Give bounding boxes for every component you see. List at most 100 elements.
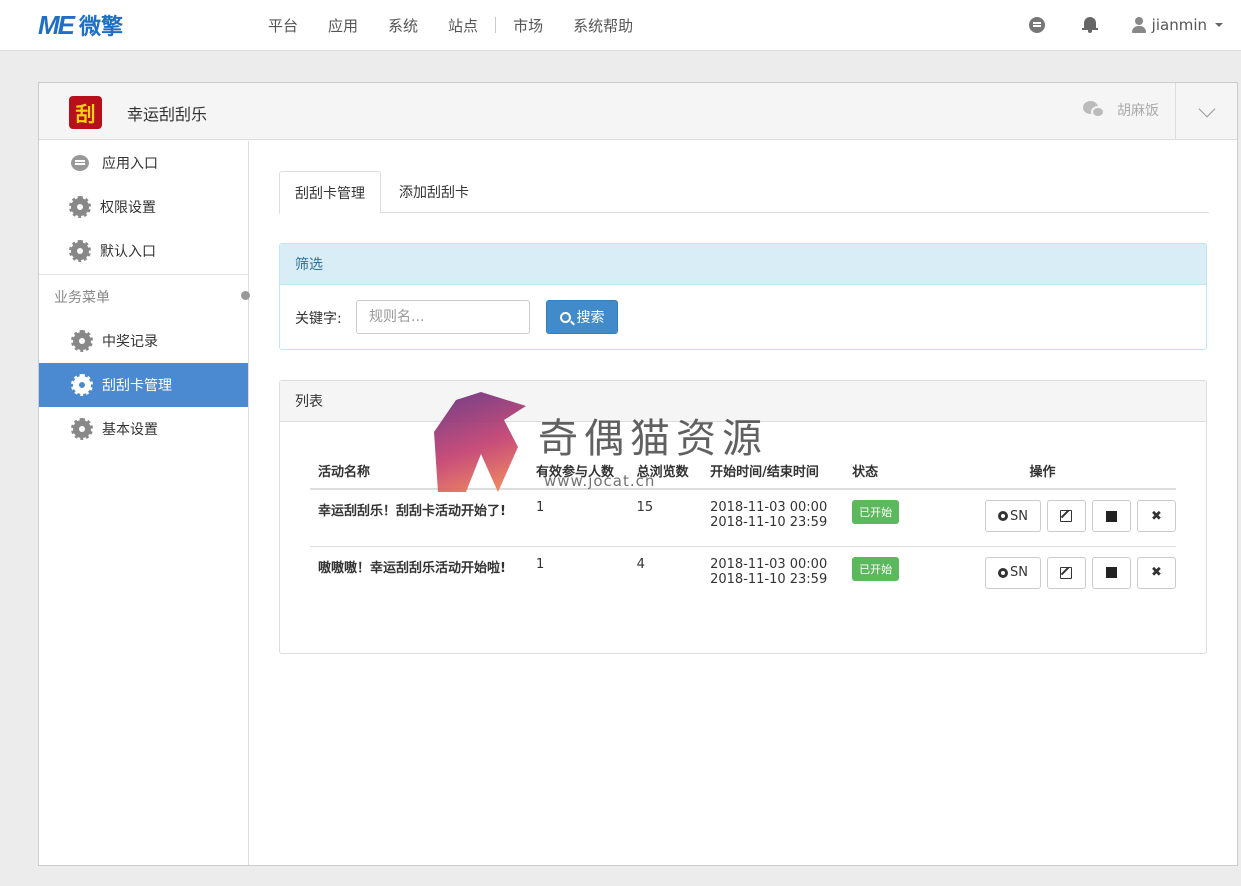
col-activity-name: 活动名称	[310, 453, 528, 490]
filter-panel-title: 筛选	[280, 244, 1206, 285]
tab-add-scratch-card[interactable]: 添加刮刮卡	[384, 171, 484, 213]
nav-system[interactable]: 系统	[373, 15, 433, 36]
list-panel: 列表 活动名称 有效参与人数 总浏览数 开始时间/结束时间 状态 操作 幸运刮刮…	[279, 380, 1207, 654]
search-button[interactable]: 搜索	[546, 300, 618, 334]
nav-platform[interactable]: 平台	[253, 15, 313, 36]
col-participants: 有效参与人数	[527, 453, 629, 490]
header-divider	[1175, 83, 1176, 140]
chevron-down-icon[interactable]	[1198, 100, 1216, 118]
list-panel-title: 列表	[280, 381, 1206, 422]
site-logo[interactable]: ME 微擎	[38, 9, 123, 41]
col-views: 总浏览数	[628, 453, 703, 490]
top-navbar: ME 微擎 平台 应用 系统 站点 市场 系统帮助 jianmin	[0, 0, 1241, 51]
sn-button[interactable]: SN	[984, 500, 1041, 532]
sidebar-item-label: 中奖记录	[102, 334, 158, 350]
sidebar-item-permissions[interactable]: 权限设置	[39, 185, 248, 229]
time-range: 2018-11-03 00:00 2018-11-10 23:59	[702, 546, 844, 603]
main-nav: 平台 应用 系统 站点 市场 系统帮助	[253, 0, 648, 50]
app-title: 幸运刮刮乐	[127, 105, 208, 124]
app-header: 刮 幸运刮刮乐 胡麻饭	[39, 83, 1237, 140]
search-icon	[559, 311, 571, 323]
wechat-account[interactable]: 胡麻饭	[1083, 100, 1159, 120]
delete-button[interactable]: ✖	[1136, 500, 1176, 532]
sidebar-item-scratch-card-manage[interactable]: 刮刮卡管理	[39, 363, 248, 407]
nav-market[interactable]: 市场	[498, 15, 558, 36]
filter-row: 关键字: 搜索	[280, 285, 1206, 349]
wechat-icon	[1083, 101, 1105, 119]
sidebar-item-winning-records[interactable]: 中奖记录	[39, 319, 248, 363]
participants-count: 1	[527, 489, 629, 547]
gear-icon	[71, 418, 93, 440]
nav-sites[interactable]: 站点	[433, 15, 493, 36]
tab-scratch-card-manage[interactable]: 刮刮卡管理	[279, 171, 381, 214]
table-row: 嗷嗷嗷！幸运刮刮乐活动开始啦! 1 4 2018-11-03 00:00 201…	[310, 546, 1176, 603]
col-time-range: 开始时间/结束时间	[702, 453, 845, 490]
nav-help[interactable]: 系统帮助	[558, 15, 648, 36]
actions-cell: SN ✖	[901, 546, 1176, 603]
sidebar-group-business: 业务菜单	[39, 275, 250, 319]
sidebar-item-label: 应用入口	[102, 156, 158, 172]
app-frame: 刮 幸运刮刮乐 胡麻饭 应用入口 权限设置 默认入口 业务菜单 中奖记录 刮刮卡…	[38, 82, 1238, 866]
end-time: 2018-11-10 23:59	[710, 515, 828, 530]
stop-icon	[1105, 567, 1117, 578]
status-badge: 已开始	[852, 556, 900, 581]
participants-count: 1	[535, 556, 545, 572]
filter-panel: 筛选 关键字: 搜索	[279, 243, 1207, 350]
activity-table: 活动名称 有效参与人数 总浏览数 开始时间/结束时间 状态 操作 幸运刮刮乐！刮…	[310, 453, 1176, 603]
keyword-input[interactable]	[356, 300, 530, 334]
sn-label: SN	[1009, 508, 1028, 524]
sn-button[interactable]: SN	[984, 556, 1041, 589]
main-content: 刮刮卡管理 添加刮刮卡 筛选 关键字: 搜索 列表	[279, 171, 1209, 654]
gear-icon	[69, 240, 91, 262]
delete-button[interactable]: ✖	[1136, 556, 1176, 589]
col-status: 状态	[844, 453, 901, 490]
gear-icon	[69, 196, 91, 218]
logo-text: 微擎	[79, 15, 124, 40]
edit-icon	[1060, 566, 1073, 579]
close-icon: ✖	[1151, 565, 1162, 580]
sidebar-item-app-entry[interactable]: 应用入口	[39, 141, 248, 185]
sidebar-item-basic-settings[interactable]: 基本设置	[39, 407, 248, 451]
account-name: 胡麻饭	[1117, 103, 1159, 119]
gear-icon	[997, 567, 1008, 578]
nav-apps[interactable]: 应用	[313, 15, 373, 36]
gear-icon	[71, 330, 93, 352]
gear-icon[interactable]	[241, 291, 250, 300]
sidebar-group-label: 业务菜单	[54, 290, 110, 306]
top-right-tools: jianmin	[1028, 0, 1223, 50]
bell-icon[interactable]	[1081, 16, 1098, 34]
gear-icon	[71, 374, 93, 396]
app-icon: 刮	[69, 96, 102, 129]
edit-button[interactable]	[1046, 500, 1086, 532]
sidebar-item-label: 基本设置	[102, 422, 158, 438]
tab-bar: 刮刮卡管理 添加刮刮卡	[279, 171, 1209, 214]
views-count: 4	[636, 556, 645, 572]
col-actions: 操作	[900, 453, 1176, 490]
close-icon: ✖	[1151, 508, 1162, 524]
status-badge: 已开始	[852, 500, 900, 524]
nav-divider	[495, 17, 497, 33]
search-button-label: 搜索	[576, 310, 605, 326]
gear-icon	[997, 511, 1008, 521]
stop-icon	[1105, 510, 1117, 522]
table-header-row: 活动名称 有效参与人数 总浏览数 开始时间/结束时间 状态 操作	[310, 453, 1176, 490]
sidebar-item-label: 权限设置	[100, 200, 156, 216]
message-icon	[71, 155, 89, 171]
sidebar-item-label: 默认入口	[100, 244, 156, 260]
edit-button[interactable]	[1046, 556, 1086, 589]
user-icon[interactable]	[1131, 17, 1146, 33]
start-time: 2018-11-03 00:00	[710, 556, 828, 572]
message-icon[interactable]	[1028, 17, 1045, 33]
sidebar-item-label: 刮刮卡管理	[102, 378, 172, 394]
edit-icon	[1060, 510, 1073, 522]
stop-button[interactable]	[1091, 500, 1131, 532]
logo-mark: ME	[38, 9, 75, 40]
stop-button[interactable]	[1091, 556, 1131, 589]
activity-name: 嗷嗷嗷！幸运刮刮乐活动开始啦!	[318, 560, 506, 576]
keyword-label: 关键字:	[295, 311, 342, 327]
caret-down-icon[interactable]	[1215, 23, 1223, 27]
user-menu[interactable]: jianmin	[1152, 16, 1207, 34]
sidebar-item-default-entry[interactable]: 默认入口	[39, 229, 248, 273]
end-time: 2018-11-10 23:59	[710, 571, 828, 587]
status-cell: 已开始	[844, 489, 901, 547]
